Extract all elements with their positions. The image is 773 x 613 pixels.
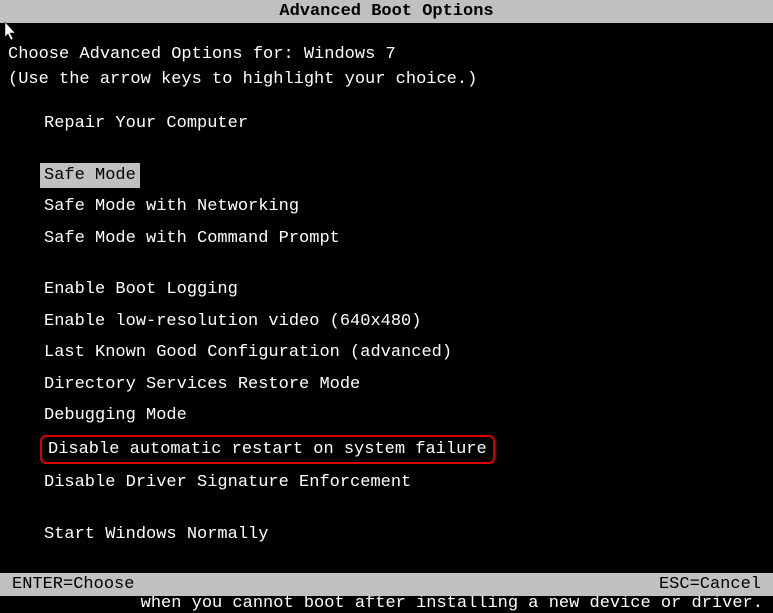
os-name: Windows 7 [304,45,396,64]
title-bar: Advanced Boot Options [0,0,773,23]
option-safe-mode-cmd[interactable]: Safe Mode with Command Prompt [40,226,344,252]
option-safe-mode[interactable]: Safe Mode [40,163,140,189]
option-repair[interactable]: Repair Your Computer [40,111,252,137]
title-text: Advanced Boot Options [279,2,493,21]
option-disable-restart[interactable]: Disable automatic restart on system fail… [40,435,495,465]
options-list: Repair Your Computer Safe Mode Safe Mode… [8,111,765,553]
footer-enter: ENTER=Choose [12,575,134,594]
content-area: Choose Advanced Options for: Windows 7 (… [0,23,773,613]
option-last-known[interactable]: Last Known Good Configuration (advanced) [40,340,456,366]
heading-prefix: Choose Advanced Options for: [8,45,304,64]
option-boot-logging[interactable]: Enable Boot Logging [40,277,242,303]
heading: Choose Advanced Options for: Windows 7 [8,45,765,64]
option-debugging[interactable]: Debugging Mode [40,403,191,429]
footer-bar: ENTER=Choose ESC=Cancel [0,573,773,596]
hint-text: (Use the arrow keys to highlight your ch… [8,70,765,89]
option-low-res[interactable]: Enable low-resolution video (640x480) [40,309,425,335]
option-start-normal[interactable]: Start Windows Normally [40,522,272,548]
footer-esc: ESC=Cancel [659,575,761,594]
option-disable-sig[interactable]: Disable Driver Signature Enforcement [40,470,415,496]
option-safe-mode-net[interactable]: Safe Mode with Networking [40,194,303,220]
option-ds-restore[interactable]: Directory Services Restore Mode [40,372,364,398]
